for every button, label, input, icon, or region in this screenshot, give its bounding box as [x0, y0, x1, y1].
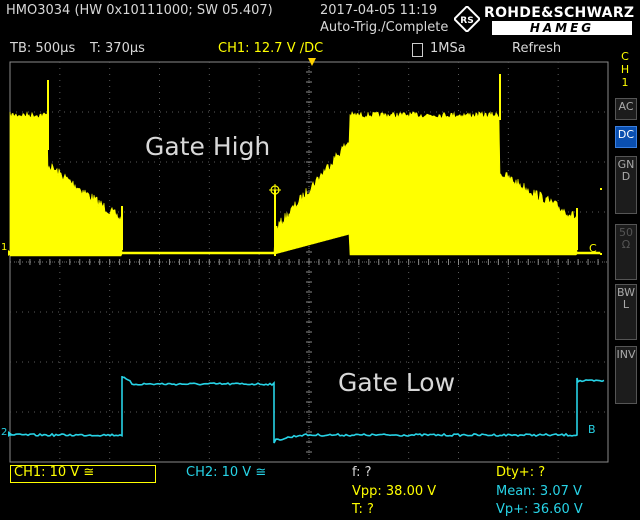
- bandwidth-limit-button[interactable]: BWL: [615, 284, 637, 340]
- measure-frequency: f: ?: [352, 465, 372, 480]
- coupling-gnd-button[interactable]: GND: [615, 156, 637, 214]
- waveform-display: [8, 58, 609, 463]
- ch1-offscreen-dot: [600, 188, 602, 190]
- invert-button[interactable]: INV: [615, 346, 637, 404]
- ch2-waveform: [9, 376, 605, 444]
- ch1-setting[interactable]: CH1: 10 V ≅: [14, 465, 94, 480]
- ch1-offscreen-dot: [600, 253, 602, 255]
- ch1-cursor-marker[interactable]: C: [589, 242, 597, 255]
- measure-vp-plus: Vp+: 36.60 V: [496, 502, 583, 517]
- ch2-cursor-marker[interactable]: B: [588, 423, 596, 436]
- measure-vpp: Vpp: 38.00 V: [352, 484, 437, 499]
- ch2-ground-marker[interactable]: 2: [1, 427, 7, 438]
- ch1-baseline-segment: [122, 252, 276, 256]
- traces: [8, 74, 605, 444]
- ch1-waveform-envelope: [9, 111, 601, 257]
- ch1-ground-marker[interactable]: 1: [1, 242, 7, 253]
- measure-period: T: ?: [352, 502, 374, 517]
- graticule: [9, 58, 609, 463]
- coupling-ac-button[interactable]: AC: [615, 98, 637, 120]
- gate-low-label: Gate Low: [338, 368, 456, 397]
- coupling-dc-button[interactable]: DC: [615, 126, 637, 148]
- impedance-50ohm-button[interactable]: 50Ω: [615, 224, 637, 280]
- ch2-setting[interactable]: CH2: 10 V ≅: [186, 465, 266, 480]
- measure-mean: Mean: 3.07 V: [496, 484, 582, 499]
- side-menu: CH1 AC DC GND 50Ω BWL INV: [612, 38, 640, 520]
- measurement-panel: CH1: 10 V ≅ CH2: 10 V ≅ f: ? Vpp: 38.00 …: [0, 462, 608, 520]
- channel-indicator: CH1: [620, 50, 630, 89]
- gate-high-label: Gate High: [145, 132, 271, 161]
- measure-duty: Dty+: ?: [496, 465, 546, 480]
